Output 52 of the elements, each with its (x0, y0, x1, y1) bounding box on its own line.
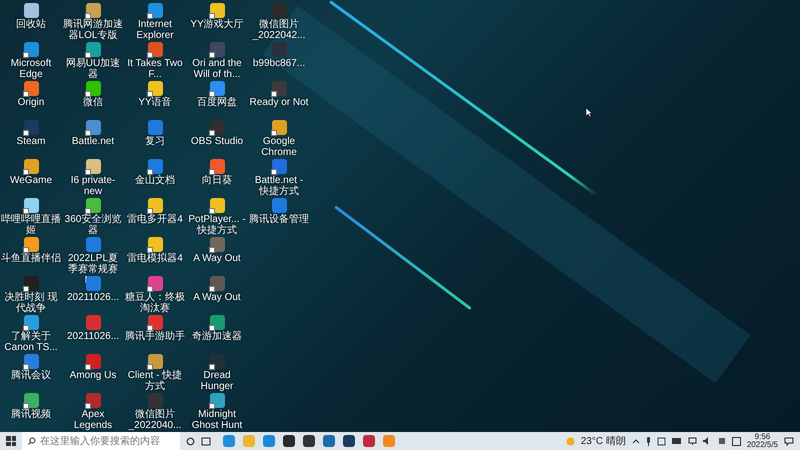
icon-label[interactable]: 回收站 (16, 19, 46, 30)
clock-date[interactable]: 2022/5/5 (746, 441, 778, 449)
icon-label[interactable]: PotPlayer... - 快捷方式 (187, 214, 247, 236)
icon-label[interactable]: I6 private-new (63, 175, 123, 197)
icon-label[interactable]: A Way Out (193, 292, 241, 303)
icon-label[interactable]: Ori and the Will of th... (187, 58, 247, 80)
icon-label[interactable]: 微信 (83, 97, 103, 108)
icon-label[interactable]: 腾讯设备管理 (249, 214, 309, 225)
icon-label[interactable]: 糖豆人：终极淘汰赛 (125, 292, 185, 314)
icon-label[interactable]: Origin (18, 97, 44, 108)
icon-label[interactable]: Midnight Ghost Hunt (187, 409, 247, 431)
icon-label[interactable]: It Takes Two F... (125, 58, 185, 80)
icon-label[interactable]: 腾讯会议 (11, 370, 51, 381)
icon-label[interactable]: YY游戏大厅 (190, 19, 244, 30)
icon-label[interactable]: 决胜时刻 现代战争 (1, 292, 61, 314)
icon-label[interactable]: 复习 (145, 136, 165, 147)
icon-label[interactable]: 雷电模拟器4 (127, 253, 183, 264)
icon-label[interactable]: OBS Studio (190, 136, 244, 147)
icon-label[interactable]: A Way Out (193, 253, 241, 264)
icon-label[interactable]: Client - 快捷方式 (125, 370, 185, 392)
icon-label[interactable]: WeGame (10, 175, 52, 186)
icon-label[interactable]: Apex Legends (63, 409, 123, 431)
icon-label[interactable]: 20211026... (66, 292, 120, 303)
icon-label[interactable]: 腾讯手游助手 (125, 331, 185, 342)
icon-label[interactable]: b99bc867... (252, 58, 306, 69)
icon-label[interactable]: 微信图片_2022042... (249, 19, 309, 41)
weather-text[interactable]: 23°C 晴朗 (580, 434, 626, 448)
icon-label[interactable]: 雷电多开器4 (127, 214, 183, 225)
icon-label[interactable]: Ready or Not (250, 97, 308, 108)
icon-label[interactable]: Microsoft Edge (1, 58, 61, 80)
icon-label[interactable]: Steam (16, 136, 46, 147)
icon-label[interactable]: 20211026... (66, 331, 120, 342)
icon-label[interactable]: 网易UU加速器 (63, 58, 123, 80)
icon-label[interactable]: 腾讯网游加速器LOL专版 (63, 19, 123, 41)
icon-label[interactable]: 斗鱼直播伴侣 (1, 253, 61, 264)
icon-label[interactable]: 了解关于 Canon TS... (1, 331, 61, 353)
icon-label[interactable]: 腾讯视频 (11, 409, 51, 420)
icon-label[interactable]: 向日葵 (202, 175, 232, 186)
clock-time[interactable]: 9:56 (754, 433, 770, 441)
icon-label[interactable]: 奇游加速器 (192, 331, 242, 342)
icon-label[interactable]: 百度网盘 (197, 97, 237, 108)
icon-label[interactable]: Battle.net - 快捷方式 (249, 175, 309, 197)
icon-label[interactable]: Dread Hunger (187, 370, 247, 392)
icon-label[interactable]: YY语音 (138, 97, 172, 108)
icon-label[interactable]: 金山文档 (135, 175, 175, 186)
icon-label[interactable]: 360安全浏览器 (63, 214, 123, 236)
icon-label[interactable]: Internet Explorer (125, 19, 185, 41)
icon-label[interactable]: Battle.net (72, 136, 114, 147)
icon-label[interactable]: 哔哩哔哩直播姬 (1, 214, 61, 236)
icon-label[interactable]: Among Us (70, 370, 116, 381)
icon-label[interactable]: 微信图片_2022040... (125, 409, 185, 431)
icon-label[interactable]: Google Chrome (249, 136, 309, 158)
